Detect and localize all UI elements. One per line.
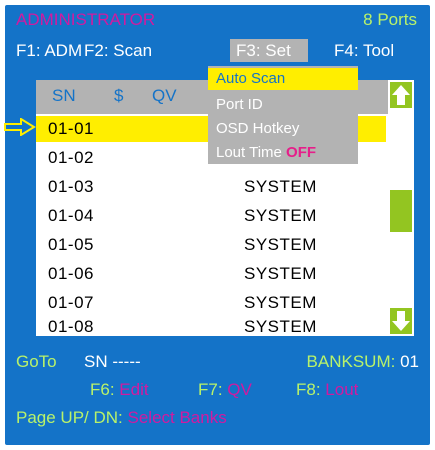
goto-label: GoTo <box>16 352 57 371</box>
table-row-sn[interactable]: 01-03 <box>48 177 94 197</box>
f7-key: F7: <box>198 380 223 399</box>
scroll-down-icon[interactable] <box>390 308 412 334</box>
table-row-sn[interactable]: 01-05 <box>48 235 94 255</box>
f7-label: QV <box>227 380 252 399</box>
f8-lout-hint[interactable]: F8: Lout <box>296 380 358 400</box>
pointer-arrow-icon <box>3 117 37 141</box>
menu-item-lout-time[interactable]: Lout Time OFF <box>208 142 358 164</box>
table-row-sn[interactable]: 01-02 <box>48 148 94 168</box>
page-hint: Page UP/ DN: Select Banks <box>16 408 227 428</box>
table-row-name[interactable]: SYSTEM <box>244 206 317 226</box>
table-row-sn[interactable]: 01-01 <box>48 119 94 139</box>
table-row-name[interactable]: SYSTEM <box>244 235 317 255</box>
table-row-sn[interactable]: 01-07 <box>48 293 94 313</box>
menu-item-port-id[interactable]: Port ID <box>208 94 358 116</box>
banksum-display: BANKSUM: 01 <box>307 352 419 372</box>
lout-time-label: Lout Time <box>216 144 282 161</box>
table-row-name[interactable]: SYSTEM <box>244 293 317 313</box>
lout-time-value: OFF <box>286 144 317 161</box>
column-sn: SN <box>52 86 76 105</box>
scroll-up-icon[interactable] <box>390 82 412 108</box>
menu-item-osd-hotkey[interactable]: OSD Hotkey <box>208 118 358 140</box>
table-row-name[interactable]: SYSTEM <box>244 264 317 284</box>
ports-count: 8 Ports <box>363 10 417 29</box>
table-row-sn[interactable]: 01-08 <box>48 317 94 337</box>
banksum-label: BANKSUM: <box>306 352 396 371</box>
table-row-name[interactable]: SYSTEM <box>244 317 317 337</box>
page-label: Page UP/ DN: <box>16 408 123 427</box>
goto-sn-input[interactable]: SN ----- <box>84 352 141 372</box>
tab-adm[interactable]: F1: ADM <box>16 41 82 61</box>
tab-set[interactable]: F3: Set <box>230 39 308 62</box>
menu-item-auto-scan[interactable]: Auto Scan <box>208 68 358 90</box>
column-dollar: $ <box>114 86 124 105</box>
column-qv: QV <box>152 86 177 105</box>
f7-qv-hint[interactable]: F7: QV <box>198 380 252 400</box>
tab-scan[interactable]: F2: Scan <box>84 41 152 61</box>
table-row-sn[interactable]: 01-04 <box>48 206 94 226</box>
f6-label: Edit <box>119 380 149 399</box>
f8-label: Lout <box>325 380 359 399</box>
admin-title: ADMINISTRATOR <box>16 10 156 29</box>
table-row-name[interactable]: SYSTEM <box>244 177 317 197</box>
banksum-value: 01 <box>400 352 419 371</box>
table-row-sn[interactable]: 01-06 <box>48 264 94 284</box>
tab-tool[interactable]: F4: Tool <box>334 41 394 61</box>
f6-edit-hint[interactable]: F6: Edit <box>90 380 149 400</box>
f8-key: F8: <box>296 380 321 399</box>
page-value: Select Banks <box>127 408 227 427</box>
f6-key: F6: <box>90 380 115 399</box>
scroll-thumb[interactable] <box>390 190 412 232</box>
